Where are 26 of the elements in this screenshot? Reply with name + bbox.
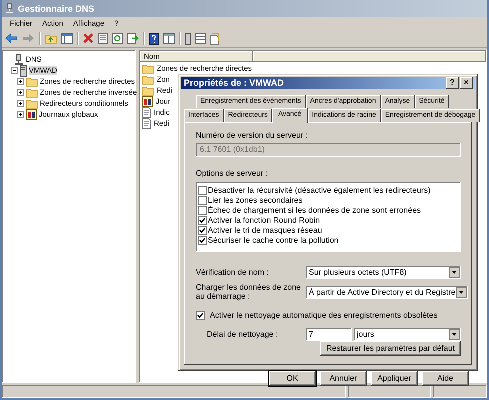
option-label: Sécuriser le cache contre la pollution (208, 236, 339, 244)
field-label: Vérification de nom : (196, 268, 270, 277)
dialog-button[interactable]: Annuler (320, 371, 367, 386)
dropdown[interactable]: Sur plusieurs octets (UTF8) (306, 266, 461, 279)
dropdown[interactable]: jours (354, 328, 461, 341)
option-label: Échec de chargement si les données de zone sont erronées (208, 206, 422, 214)
title-bar-button[interactable]: ? (446, 77, 459, 89)
field-label: Délai de nettoyage : (207, 330, 280, 339)
window-title: Gestionnaire DNS (18, 4, 95, 14)
option-label: Lier les zones secondaires (208, 196, 303, 204)
dialog-button[interactable]: Appliquer (371, 371, 418, 386)
title-bar-button[interactable]: × (460, 77, 473, 89)
dialog-button[interactable]: Aide (422, 371, 469, 386)
field-label: Numéro de version du serveur : (196, 131, 310, 141)
version-field: 6.1 7601 (0x1db1) (196, 143, 461, 157)
dropdown[interactable]: À partir de Active Directory et du Registre (306, 286, 468, 298)
option-label: Désactiver la récursivité (désactive également les redirecteurs) (208, 186, 431, 194)
option-label: Activer le tri de masques réseau (208, 226, 322, 234)
group-label: Options de serveur : (196, 169, 270, 179)
dialog-title: Propriétés de : VMWAD (184, 78, 286, 88)
option-label: Activer la fonction Round Robin (208, 216, 320, 224)
field-label: Charger les données de zone au démarrage : (196, 283, 302, 301)
checkbox-label: Activer le nettoyage automatique des enregistrements obsolètes (210, 311, 438, 320)
input-field[interactable]: 7 (306, 328, 352, 341)
reset-button[interactable]: Restaurer les paramètres par défaut (320, 341, 461, 356)
dialog-button[interactable]: OK (269, 371, 316, 386)
